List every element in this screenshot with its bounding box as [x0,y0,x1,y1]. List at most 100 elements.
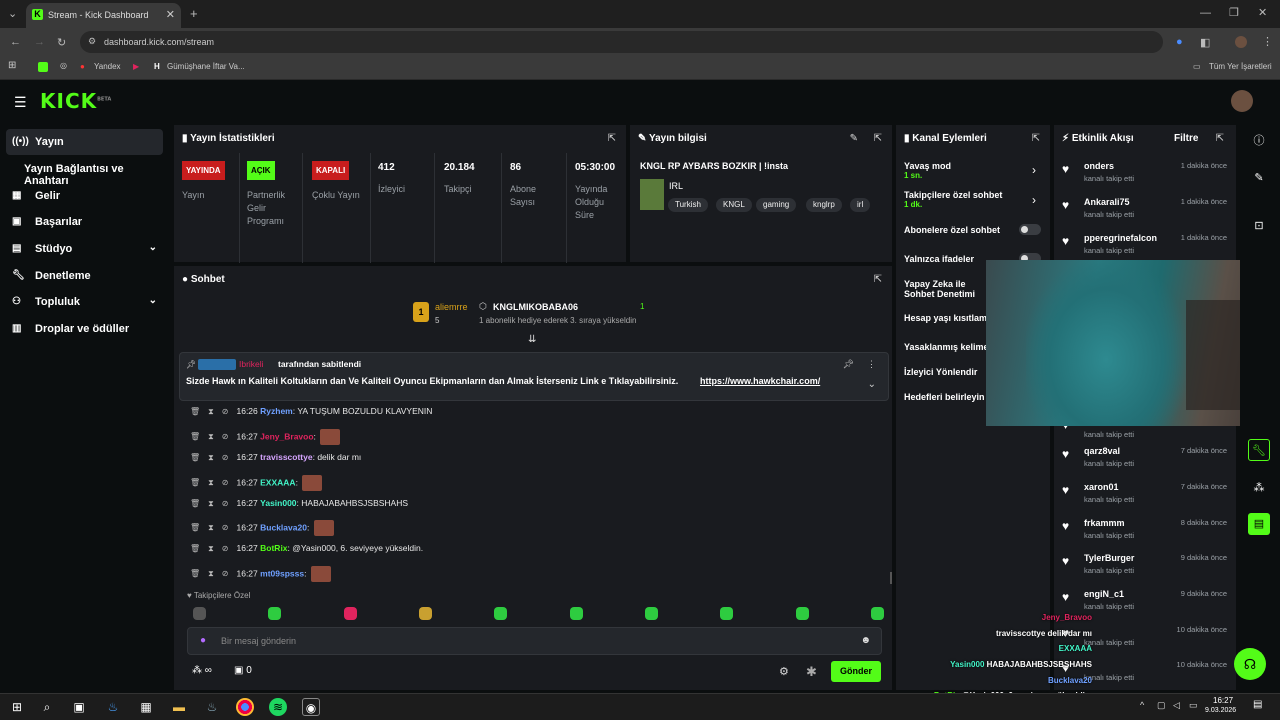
mod-gear-icon[interactable]: ✱ [806,664,817,680]
timeout-icon[interactable]: ⧗ [208,544,214,553]
support-headset-icon[interactable]: ☊ [1234,648,1266,680]
quick-emote-icon[interactable] [645,607,658,620]
tab-search-icon[interactable]: ⌄ [8,7,17,20]
sidebar-item-yayin[interactable]: ((•)) Yayın [6,129,163,155]
message-user[interactable]: EXXAAA [260,477,295,487]
browser-tab[interactable]: K Stream - Kick Dashboard ✕ [26,3,181,28]
event-user[interactable]: Ankarali75 [1084,197,1130,207]
message-user[interactable]: Yasin000 [260,498,296,508]
ban-icon[interactable]: ⊘ [222,478,229,487]
ban-icon[interactable]: ⊘ [222,432,229,441]
quick-emote-icon[interactable] [494,607,507,620]
obs-icon[interactable]: ◉ [302,698,320,716]
message-user[interactable]: Ryzhem [260,406,293,416]
user-avatar[interactable] [1231,90,1253,112]
chat-input[interactable]: ● Bir mesaj gönderin ☻ [187,627,882,655]
timeout-icon[interactable]: ⧗ [208,499,214,508]
notification-icon[interactable]: ▤ [1253,699,1262,710]
window-close-icon[interactable]: ✕ [1258,6,1267,19]
reload-icon[interactable]: ↻ [57,36,66,49]
message-user[interactable]: Bucklava20 [260,522,307,532]
event-user[interactable]: xaron01 [1084,482,1119,492]
quick-emote-icon[interactable] [268,607,281,620]
ban-icon[interactable]: ⊘ [222,544,229,553]
message-user[interactable]: mt09spsss [260,568,304,578]
minimize-icon[interactable]: — [1200,7,1211,19]
event-user[interactable]: frkammm [1084,518,1125,528]
event-user[interactable]: qarz8val [1084,446,1120,456]
unpin-icon[interactable]: 📌︎ [843,359,854,370]
quick-emote-icon[interactable] [796,607,809,620]
sidebar-item-topluluk[interactable]: ⚇ Topluluk ⌄ [6,289,163,315]
event-user[interactable]: onders [1084,161,1114,171]
clock-date[interactable]: 9.03.2026 [1205,707,1236,714]
site-info-icon[interactable]: ⚙ [88,36,96,47]
event-user[interactable]: TylerBurger [1084,553,1134,563]
timeout-icon[interactable]: ⧗ [208,523,214,532]
profile-avatar-icon[interactable] [1235,36,1247,48]
steam-icon[interactable]: ♨ [104,698,122,716]
chevron-right-icon[interactable]: › [1032,193,1036,207]
message-user[interactable]: Jeny_Bravoo [260,431,313,441]
more-options-icon[interactable]: ⋮ [867,359,876,370]
chrome-icon[interactable] [236,698,254,716]
delete-icon[interactable]: 🗑︎ [190,499,200,508]
spotify-icon[interactable]: ≋ [269,698,287,716]
collapse-icon[interactable]: ⇊ [528,334,536,345]
ban-icon[interactable]: ⊘ [222,523,229,532]
browser-menu-icon[interactable]: ⋮ [1262,35,1273,48]
event-user[interactable]: engiN_c1 [1084,589,1124,599]
gift-counter[interactable]: ▣ 0 [234,665,252,676]
kick-bookmark-icon[interactable] [38,62,48,72]
back-icon[interactable]: ← [10,36,21,48]
all-bookmarks[interactable]: Tüm Yer İşaretleri [1209,62,1272,71]
delete-icon[interactable]: 🗑︎ [190,407,200,416]
search-icon[interactable]: ⌕ [38,698,56,716]
task-view-icon[interactable]: ▣ [70,698,88,716]
forward-icon[interactable]: → [34,36,45,48]
bookmark-yandex[interactable]: Yandex [94,62,121,71]
url-input[interactable]: ⚙ dashboard.kick.com/stream [80,31,1163,53]
quick-emote-icon[interactable] [193,607,206,620]
delete-icon[interactable]: 🗑︎ [190,569,200,578]
store-icon[interactable]: ▦ [137,698,155,716]
quick-emote-icon[interactable] [419,607,432,620]
clock-time[interactable]: 16:27 [1213,696,1233,705]
popout-icon[interactable]: ⇱ [1216,133,1224,144]
new-tab-icon[interactable]: + [190,6,198,21]
emoji-icon[interactable]: ☻ [860,635,871,646]
message-user[interactable]: travisscottye [260,452,312,462]
sidebar-item-gelir[interactable]: ▦ Gelir [6,183,163,209]
close-tab-icon[interactable]: ✕ [166,8,175,21]
timeout-icon[interactable]: ⧗ [208,478,214,487]
kick-logo[interactable]: KICKBETA [40,89,111,113]
info-icon[interactable]: ⓘ [1248,130,1270,152]
ban-icon[interactable]: ⊘ [222,453,229,462]
event-user[interactable]: pperegrinefalcon [1084,233,1157,243]
clapperboard-icon[interactable]: ▤ [1248,513,1270,535]
timeout-icon[interactable]: ⧗ [208,432,214,441]
delete-icon[interactable]: 🗑︎ [190,453,200,462]
ban-icon[interactable]: ⊘ [222,569,229,578]
scrollbar[interactable] [890,572,892,584]
bookmark-gumushane[interactable]: Gümüşhane İftar Va... [167,62,245,71]
timeout-icon[interactable]: ⧗ [208,569,214,578]
delete-icon[interactable]: 🗑︎ [190,523,200,532]
filter-button[interactable]: Filtre [1174,133,1198,144]
viewer-redirect[interactable]: İzleyici Yönlendir [904,367,977,377]
slow-mode[interactable]: Yavaş mod 1 sn. [904,161,951,180]
sidebar-item-denetleme[interactable]: 🔧︎ Denetleme [6,263,163,289]
extension-icon[interactable]: ● [1176,36,1183,48]
edit-pen-icon[interactable]: ✎ [1248,167,1270,189]
community-icon[interactable]: ⁂ [1248,477,1270,499]
file-explorer-icon[interactable]: ▬ [170,698,188,716]
settings-gear-icon[interactable]: ⚙ [779,665,789,678]
timeout-icon[interactable]: ⧗ [208,407,214,416]
follower-only-chat[interactable]: Takipçilere özel sohbet 1 dk. [904,190,1002,209]
youtube-icon[interactable]: ▶ [133,62,139,71]
popout-icon[interactable]: ⇱ [1032,133,1040,144]
popout-icon[interactable]: ⇱ [874,133,882,144]
maximize-icon[interactable]: ❐ [1229,6,1239,19]
send-button[interactable]: Gönder [831,661,881,682]
windows-start-icon[interactable]: ⊞ [8,698,26,716]
